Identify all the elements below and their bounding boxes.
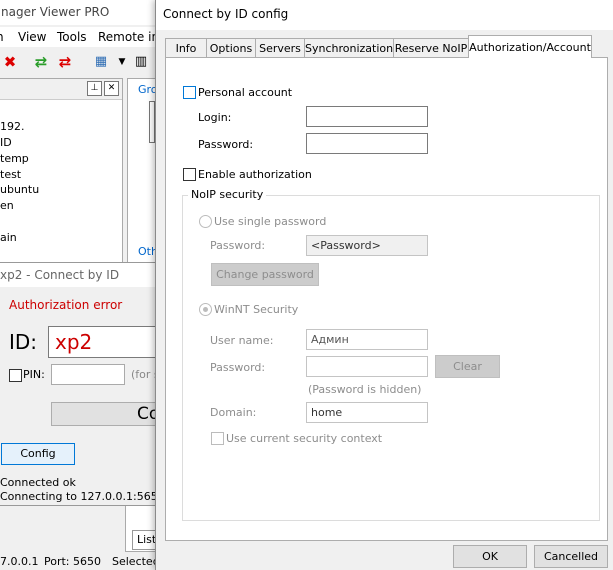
tab-synchronization[interactable]: Synchronization	[304, 38, 394, 57]
tab-servers[interactable]: Servers	[255, 38, 305, 57]
change-password-label: Change password	[216, 268, 314, 281]
dialog-title: Connect by ID config	[163, 7, 289, 21]
user-name-label: User name:	[210, 334, 274, 347]
config-button[interactable]: Config	[1, 443, 75, 465]
domain-input[interactable]: home	[306, 402, 428, 423]
dialog-title-bar: Connect by ID config	[156, 0, 613, 30]
pin-label: PIN:	[23, 368, 45, 381]
status-bar: 7.0.0.1 Port: 5650 Selected	[0, 553, 160, 570]
pin-icon[interactable]: ⊥	[87, 81, 102, 96]
connect-button[interactable]: Co	[51, 402, 159, 426]
connect-title-bar: xp2 - Connect by ID	[0, 263, 158, 287]
menu-tools[interactable]: Tools	[57, 30, 87, 44]
domain-label: Domain:	[210, 406, 257, 419]
ok-button[interactable]: OK	[453, 545, 527, 568]
use-current-context-checkbox[interactable]	[211, 432, 224, 445]
tab-reserve-noip[interactable]: Reserve NoIP	[393, 38, 469, 57]
tab-synchronization-label: Synchronization	[305, 42, 394, 55]
status-ip: 7.0.0.1	[0, 555, 39, 568]
menu-remote[interactable]: Remote in	[98, 30, 159, 44]
tree-item[interactable]: ain	[0, 231, 17, 244]
computer-tree-panel: ⊥ ✕ 192. ID temp test ubuntu en ain	[0, 78, 123, 265]
winnt-security-label: WinNT Security	[214, 303, 299, 316]
personal-account-checkbox[interactable]	[183, 86, 196, 99]
tree-panel-header: ⊥ ✕	[0, 79, 122, 100]
password-input[interactable]	[306, 133, 428, 154]
pin-checkbox[interactable]	[9, 369, 22, 382]
refresh-green-icon[interactable]: ⇄	[32, 53, 50, 71]
cancel-button[interactable]: Cancelled	[534, 545, 608, 568]
close-panel-icon[interactable]: ✕	[104, 81, 119, 96]
login-input[interactable]	[306, 106, 428, 127]
use-current-context-label: Use current security context	[226, 432, 383, 445]
user-name-value: Админ	[311, 333, 349, 346]
tree-item[interactable]: en	[0, 199, 14, 212]
auth-error-text: Authorization error	[9, 298, 123, 312]
single-password-input[interactable]: <Password>	[306, 235, 428, 256]
tab-authorization-account[interactable]: Authorization/Account	[468, 35, 592, 58]
tab-list-label: List	[137, 533, 157, 546]
personal-account-label: Personal account	[198, 86, 293, 99]
tab-reserve-noip-label: Reserve NoIP	[394, 42, 468, 55]
close-red-icon[interactable]: ✖	[1, 53, 19, 71]
ok-button-label: OK	[482, 550, 498, 563]
tree-item[interactable]: ID	[0, 136, 12, 149]
single-password-label: Use single password	[214, 215, 327, 228]
change-password-button[interactable]: Change password	[211, 263, 319, 286]
winnt-password-input[interactable]	[306, 356, 428, 377]
tab-authorization-account-label: Authorization/Account	[469, 41, 591, 54]
log-line: Connected ok	[0, 476, 76, 489]
config-dialog: Connect by ID config Info Options Server…	[155, 0, 613, 570]
id-label: ID:	[9, 330, 38, 354]
tab-servers-label: Servers	[259, 42, 301, 55]
id-input[interactable]: xp2	[48, 326, 159, 358]
tab-info-label: Info	[175, 42, 197, 55]
config-button-label: Config	[20, 447, 56, 460]
single-password-radio[interactable]	[199, 215, 212, 228]
tree-item[interactable]: ubuntu	[0, 183, 39, 196]
noip-security-title: NoIP security	[188, 188, 267, 201]
user-name-input[interactable]: Админ	[306, 329, 428, 350]
menu-bar: n View Tools Remote in	[0, 27, 160, 47]
password-hidden-note: (Password is hidden)	[308, 383, 422, 396]
winnt-security-radio[interactable]	[199, 303, 212, 316]
log-line: Connecting to 127.0.0.1:5651	[0, 490, 165, 503]
enable-authorization-label: Enable authorization	[198, 168, 312, 181]
tab-info[interactable]: Info	[165, 38, 207, 57]
cancel-button-label: Cancelled	[543, 550, 599, 563]
single-password-value: <Password>	[311, 239, 381, 252]
main-title-bar: nager Viewer PRO	[0, 0, 160, 25]
grid-view-icon[interactable]: ▦	[92, 53, 110, 71]
tree-item[interactable]: 192.	[0, 120, 25, 133]
password-label: Password:	[198, 138, 254, 151]
toolbar: ✖ ⇄ ⇄ ▦ ▼ ▥	[0, 50, 160, 74]
id-value: xp2	[55, 330, 93, 354]
tab-options[interactable]: Options	[206, 38, 256, 57]
refresh-red-icon[interactable]: ⇄	[56, 53, 74, 71]
connect-body: Authorization error ID: xp2 PIN: (for s …	[0, 287, 165, 505]
domain-value: home	[311, 406, 343, 419]
clear-button-label: Clear	[453, 360, 482, 373]
winnt-password-label: Password:	[210, 361, 266, 374]
single-password-field-label: Password:	[210, 239, 266, 252]
dropdown-arrow-icon[interactable]: ▼	[113, 53, 131, 71]
status-selected: Selected	[112, 555, 160, 568]
tiles-icon[interactable]: ▥	[132, 53, 150, 71]
tree-item[interactable]: test	[0, 168, 21, 181]
clear-button[interactable]: Clear	[435, 355, 500, 378]
tree-item[interactable]: temp	[0, 152, 29, 165]
status-port: Port: 5650	[44, 555, 102, 568]
connect-title: xp2 - Connect by ID	[0, 268, 120, 282]
tab-options-label: Options	[209, 42, 253, 55]
menu-view[interactable]: View	[18, 30, 46, 44]
pin-input[interactable]	[51, 364, 125, 385]
main-title: nager Viewer PRO	[1, 5, 110, 19]
connect-by-id-window: xp2 - Connect by ID Authorization error …	[0, 262, 165, 506]
menu-file[interactable]: n	[0, 30, 4, 44]
enable-authorization-checkbox[interactable]	[183, 168, 196, 181]
login-label: Login:	[198, 111, 232, 124]
